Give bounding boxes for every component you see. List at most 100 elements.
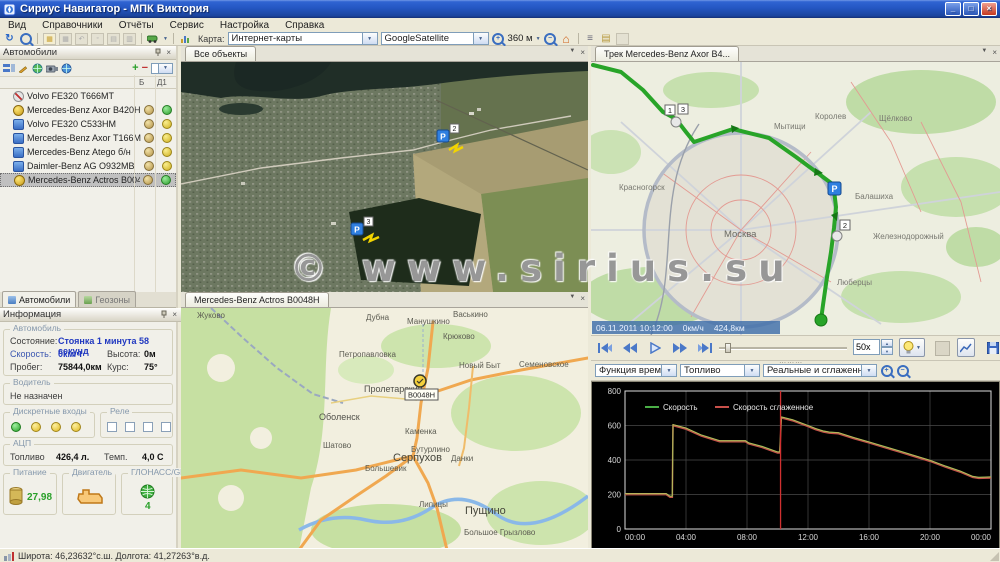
add-vehicle-icon[interactable]: + [132,62,138,74]
map-layer-combo[interactable]: GoogleSatellite ▼ [381,32,489,45]
vehicle-tool-dropdown-icon[interactable]: ▼ [163,36,168,42]
title-bar[interactable]: Сириус Навигатор - МПК Виктория _ □ × [0,0,1000,18]
satellite-map[interactable]: 2 P 3 P [181,62,588,292]
pin-icon[interactable] [158,310,170,319]
globe-icon[interactable] [32,63,43,74]
line-chart-icon [960,343,972,353]
skip-start-button[interactable] [594,338,616,358]
minimize-button[interactable]: _ [945,2,961,16]
vehicles-tab-icon [8,296,16,304]
menu-spravka[interactable]: Справка [277,20,332,31]
relay-checkbox[interactable] [125,422,135,432]
tab-vehicles[interactable]: Автомобили [2,291,76,307]
pin-icon[interactable] [152,48,164,57]
map-source-combo[interactable]: Интернет-карты ▼ [228,32,378,45]
view-mode-combo[interactable]: ▼ [151,63,173,74]
vehicle-list-icon[interactable] [3,63,15,73]
show-chart-button[interactable] [957,338,975,357]
tab-close-icon[interactable]: × [580,294,585,303]
tab-track[interactable]: Трек Mercedes-Benz Axor В4... [595,46,739,61]
refresh-icon[interactable]: ↻ [3,33,16,45]
close-button[interactable]: × [981,2,997,16]
vehicle-tool-icon[interactable] [147,33,160,45]
relay-checkbox[interactable] [143,422,153,432]
vehicle-info-group: Автомобиль Состояние: Стоянка 1 минута 5… [3,329,173,376]
close-panel-icon[interactable]: × [170,310,179,319]
menu-vid[interactable]: Вид [0,20,34,31]
road-map[interactable]: Серпухов Пущино Пролетарский Оболенск Бо… [181,308,588,550]
fuel-status-icon [144,147,154,157]
play-button[interactable] [644,338,666,358]
zoom-out-icon[interactable]: − [544,33,557,45]
relay-checkbox[interactable] [161,422,171,432]
highlight-track-button[interactable]: ▼ [899,338,925,357]
playback-speed-spinner[interactable]: ▲ ▼ [853,339,893,355]
tab-all-objects[interactable]: Все объекты [185,46,256,61]
tab-close-icon[interactable]: × [992,48,997,57]
vehicle-row[interactable]: Volvo FE320 С533НМ [0,117,176,131]
remove-vehicle-icon[interactable]: − [142,62,148,74]
vehicle-row-selected[interactable]: Mercedes-Benz Actros В0048Н [0,173,176,187]
notes-icon[interactable]: ▤ [600,33,613,45]
chart-parameter-combo[interactable]: Топливо ▼ [680,364,760,377]
home-icon[interactable]: ⌂ [560,33,573,45]
spin-up-icon[interactable]: ▲ [881,339,893,347]
table-icon: ▤ [107,33,120,45]
vehicle-row[interactable]: Mercedes-Benz Axor Т166МТ [0,131,176,145]
chevron-down-icon[interactable]: ▼ [744,365,759,376]
tab-vehicle-map[interactable]: Mercedes-Benz Actros В0048Н [185,292,329,307]
close-panel-icon[interactable]: × [164,48,173,57]
list-icon[interactable]: ≡ [584,33,597,45]
edit-icon[interactable] [18,63,29,73]
menu-servis[interactable]: Сервис [162,20,212,31]
vehicle-row[interactable]: Mercedes-Benz Axor В420НВ [0,103,176,117]
slider-handle[interactable] [725,343,731,353]
menu-bar: Вид Справочники Отчёты Сервис Настройка … [0,18,1000,33]
chevron-down-icon[interactable]: ▼ [362,33,377,44]
menu-otchety[interactable]: Отчёты [111,20,162,31]
vehicle-row[interactable]: Volvo FE320 Т666МТ [0,89,176,103]
grid-edit-icon[interactable]: ▦ [43,33,56,45]
chevron-down-icon[interactable]: ▼ [916,345,921,351]
vehicles-panel-header: Автомобили × [0,46,176,60]
chart-tool-icon[interactable] [179,33,192,45]
tab-dropdown-icon[interactable]: ▼ [569,48,575,57]
save-track-button[interactable] [982,338,1000,358]
svg-text:20:00: 20:00 [920,533,941,542]
chevron-down-icon[interactable]: ▼ [861,365,876,376]
chart-mode-combo[interactable]: Функция времени ▼ [595,364,677,377]
tab-close-icon[interactable]: × [580,48,585,57]
relay-checkbox[interactable] [107,422,117,432]
chart-zoom-in-icon[interactable]: + [880,365,893,377]
skip-end-button[interactable] [694,338,716,358]
globe-alt-icon[interactable] [61,63,72,74]
rewind-button[interactable] [619,338,641,358]
chevron-down-icon[interactable]: ▼ [661,365,676,376]
spin-down-icon[interactable]: ▼ [881,347,893,355]
resize-grip[interactable] [990,552,999,561]
track-position-slider[interactable] [719,347,847,350]
svg-text:Щёлково: Щёлково [879,114,913,123]
tab-dropdown-icon[interactable]: ▼ [569,294,575,303]
search-icon[interactable] [19,33,32,45]
vehicle-row[interactable]: Mercedes-Benz Atego б/н [0,145,176,159]
maximize-button[interactable]: □ [963,2,979,16]
zoom-in-icon[interactable]: + [492,33,505,45]
chevron-down-icon[interactable]: ▼ [473,33,488,44]
camera-icon[interactable] [46,64,58,73]
menu-nastroyka[interactable]: Настройка [212,20,277,31]
menu-spravochniki[interactable]: Справочники [34,20,111,31]
playback-speed-input[interactable] [853,339,880,355]
fuel-chart[interactable]: 020040060080000:0004:0008:0012:0016:0020… [591,381,1000,552]
svg-text:3: 3 [367,219,371,226]
vehicle-row[interactable]: Daimler-Benz AG О932МВ [0,159,176,173]
track-map[interactable]: Москва Мытищи Королев Щёлково Балашиха Ж… [591,62,1000,335]
fast-forward-button[interactable] [669,338,691,358]
tab-dropdown-icon[interactable]: ▼ [981,48,987,57]
tab-geozones[interactable]: Геозоны [78,291,136,307]
chart-zoom-out-icon[interactable]: − [896,365,909,377]
chart-view-combo[interactable]: Реальные и сглаженные значен ▼ [763,364,877,377]
column-b: Б [139,78,144,87]
course-value: 75° [144,362,158,372]
scale-dropdown-icon[interactable]: ▼ [536,36,541,42]
